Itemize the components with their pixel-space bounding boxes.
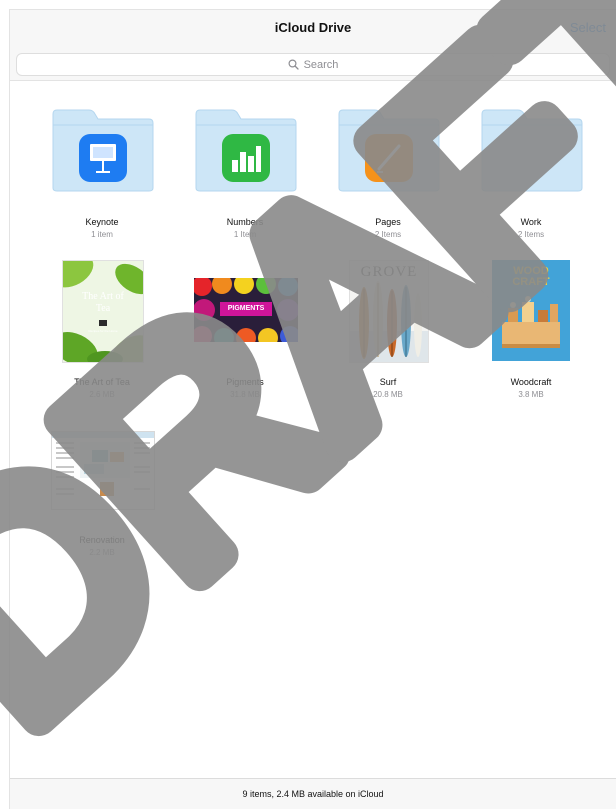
search-input[interactable]: Search <box>16 53 610 76</box>
item-name: Woodcraft <box>510 377 552 387</box>
keynote-icon <box>79 134 127 187</box>
cover-title: PIGMENTS <box>227 305 265 312</box>
cover-subtitle: Recipes for the Home <box>88 329 118 333</box>
cover-title: The Art of Tea <box>82 291 124 314</box>
status-bar: 9 items, 2.4 MB available on iCloud <box>10 778 616 809</box>
pages-icon <box>365 134 413 187</box>
navigation-bar: iCloud Drive Select <box>10 10 616 49</box>
item-meta: 31.8 MB <box>230 390 260 399</box>
item-meta: 1 item <box>91 230 113 239</box>
item-name: Keynote <box>85 217 119 227</box>
select-button[interactable]: Select <box>570 20 606 35</box>
storage-status: 9 items, 2.4 MB available on iCloud <box>242 789 384 799</box>
folder-icon <box>480 108 584 192</box>
item-name: The Art of Tea <box>74 377 130 387</box>
document-thumbnail <box>51 431 155 510</box>
item-meta: 2 Items <box>517 230 545 239</box>
item-meta: 1 Item <box>233 230 257 239</box>
item-name: Pages <box>375 217 401 227</box>
search-icon <box>288 59 299 70</box>
item-meta: 3.8 MB <box>518 390 544 399</box>
numbers-icon <box>222 134 270 187</box>
item-meta: 2.2 MB <box>89 548 115 557</box>
document-thumbnail: GROVE <box>349 260 429 363</box>
item-meta: 20.8 MB <box>373 390 403 399</box>
page-title: iCloud Drive <box>274 20 352 35</box>
document-thumbnail: WOOD CRAFT <box>492 260 570 361</box>
item-name: Renovation <box>79 535 125 545</box>
item-name: Numbers <box>226 217 264 227</box>
cover-title: GROVE <box>360 264 418 280</box>
cover-title: WOOD CRAFT <box>512 265 550 288</box>
item-name: Pigments <box>226 377 264 387</box>
item-name: Surf <box>379 377 397 387</box>
document-thumbnail: PIGMENTS <box>194 278 298 342</box>
item-name: Work <box>520 217 542 227</box>
search-placeholder: Search <box>303 58 339 71</box>
item-meta: 2 Items <box>374 230 402 239</box>
item-meta: 2.6 MB <box>89 390 115 399</box>
icloud-drive-window: iCloud Drive Select Search Keynote 1 ite… <box>9 9 616 809</box>
document-thumbnail: The Art of Tea Recipes for the Home <box>62 260 144 363</box>
search-bar: Search <box>10 48 616 81</box>
